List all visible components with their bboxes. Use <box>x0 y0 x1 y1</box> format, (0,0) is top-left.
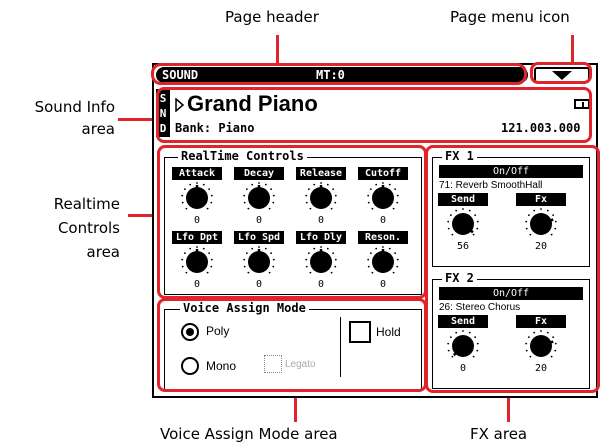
callout-voice-assign: Voice Assign Mode area <box>160 425 338 443</box>
callout-realtime-line1: Realtime <box>53 195 120 213</box>
leader-page-menu <box>571 35 574 65</box>
callout-fx-area: FX area <box>470 425 528 443</box>
highlight-sound-info <box>156 87 592 143</box>
callout-realtime-line3: area <box>86 243 120 261</box>
callout-realtime: Realtime Controls area <box>10 192 120 264</box>
callout-sound-info-line1: Sound Info <box>34 98 115 116</box>
callout-realtime-line2: Controls <box>57 219 120 237</box>
highlight-page-menu <box>530 62 592 84</box>
callout-page-menu-icon: Page menu icon <box>450 8 570 26</box>
callout-sound-info-line2: area <box>81 120 115 138</box>
highlight-fx <box>425 145 600 393</box>
callout-page-header: Page header <box>225 8 319 26</box>
highlight-voice-assign <box>157 298 427 392</box>
highlight-realtime <box>157 145 427 299</box>
highlight-page-header <box>151 63 527 85</box>
callout-sound-info: Sound Info area <box>10 96 115 140</box>
